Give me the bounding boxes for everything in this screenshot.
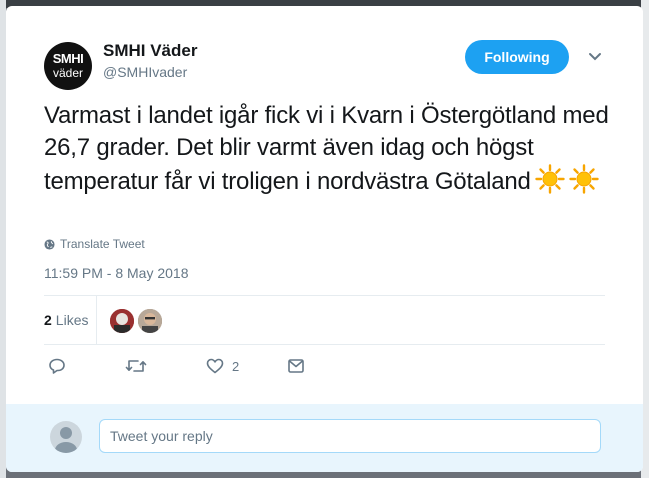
- retweet-button[interactable]: [125, 357, 147, 375]
- reply-button[interactable]: [48, 357, 66, 375]
- tweet-text: Varmast i landet igår fick vi i Kvarn i …: [44, 100, 614, 203]
- like-button[interactable]: 2: [206, 357, 239, 375]
- sun-icon: [534, 164, 565, 203]
- likes-label: Likes: [55, 312, 89, 328]
- tweet-actions: 2: [44, 354, 444, 378]
- translate-tweet-link[interactable]: Translate Tweet: [44, 237, 145, 251]
- following-button[interactable]: Following: [465, 40, 569, 74]
- sun-icon: [568, 164, 599, 203]
- tweet-body: Varmast i landet igår fick vi i Kvarn i …: [44, 102, 609, 195]
- globe-icon: [44, 238, 55, 250]
- user-avatar[interactable]: [50, 421, 82, 453]
- direct-message-button[interactable]: [287, 357, 305, 375]
- stats-divider: [96, 296, 97, 344]
- reply-input[interactable]: [99, 419, 601, 453]
- tweet-modal: SMHI väder SMHI Väder @SMHIvader Followi…: [6, 6, 643, 472]
- like-count: 2: [232, 358, 240, 374]
- avatar-line2: väder: [52, 66, 84, 80]
- tweet-header: SMHI väder SMHI Väder @SMHIvader Followi…: [44, 40, 643, 92]
- retweet-icon: [125, 360, 147, 372]
- tweet-stats: 2 Likes: [44, 295, 605, 345]
- liker-avatar[interactable]: [137, 308, 163, 334]
- liker-avatar[interactable]: [109, 308, 135, 334]
- tweet-timestamp[interactable]: 11:59 PM - 8 May 2018: [44, 265, 188, 281]
- likes-stat[interactable]: 2 Likes: [44, 312, 88, 328]
- reply-bar: [6, 404, 643, 472]
- reply-icon: [49, 358, 65, 374]
- heart-icon: [206, 358, 224, 374]
- author-name[interactable]: SMHI Väder: [103, 41, 197, 61]
- avatar[interactable]: SMHI väder: [44, 42, 92, 90]
- avatar-line1: SMHI: [52, 51, 84, 66]
- chevron-down-icon[interactable]: [588, 52, 602, 62]
- message-icon: [288, 359, 304, 373]
- likes-count: 2: [44, 312, 52, 328]
- author-handle[interactable]: @SMHIvader: [103, 64, 187, 80]
- translate-label: Translate Tweet: [60, 237, 145, 251]
